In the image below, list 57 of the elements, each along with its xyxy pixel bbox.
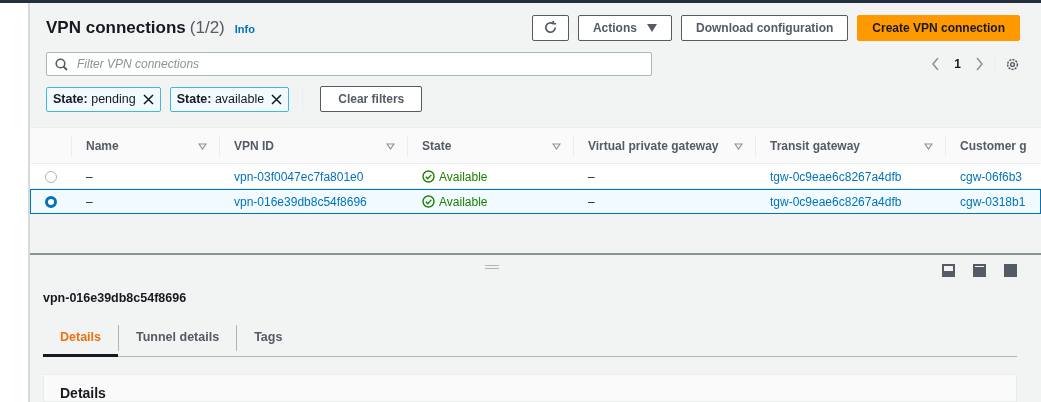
status-text: Available [407, 169, 573, 184]
detail-title: vpn-016e39db8c54f8696 [43, 291, 188, 305]
section-title: Details [60, 385, 107, 401]
vpn-id-link[interactable]: vpn-016e39db8c54f8696 [234, 194, 367, 209]
column-header[interactable]: VPN ID [234, 139, 274, 153]
table-row[interactable]: – vpn-016e39db8c54f8696 Available – tgw-0c9eae6c8267a4dfb cgw-0318b1 [30, 189, 1041, 214]
search-field[interactable]: Filter VPN connections [46, 52, 652, 76]
selection-count: (1/2) [189, 17, 225, 38]
clear-filters-button[interactable]: Clear filters [320, 86, 423, 112]
settings-icon[interactable] [1005, 56, 1020, 72]
close-icon[interactable] [142, 93, 154, 105]
radio-button[interactable] [45, 195, 57, 208]
panel-side-icon[interactable] [973, 263, 986, 277]
column-header[interactable]: State [422, 139, 452, 153]
info-link[interactable]: Info [234, 23, 255, 35]
gateway-link[interactable]: tgw-0c9eae6c8267a4dfb [770, 194, 902, 209]
gateway-link[interactable]: cgw-0318b1 [960, 194, 1026, 209]
close-icon[interactable] [271, 93, 283, 105]
column-header[interactable]: Transit gateway [770, 139, 861, 153]
panel-bottom-icon[interactable] [942, 263, 955, 277]
radio-button[interactable] [45, 170, 57, 183]
status-text: Available [407, 194, 573, 209]
search-icon [55, 57, 68, 71]
column-header[interactable]: Name [86, 139, 119, 153]
table-cell-text: – [85, 169, 94, 184]
check-circle-icon [422, 195, 435, 208]
panel-full-icon[interactable] [1004, 263, 1017, 277]
actions-button[interactable]: Actions [577, 14, 672, 41]
page-title: VPN connections [46, 17, 186, 38]
chevron-left-icon[interactable] [931, 57, 941, 71]
gateway-link[interactable]: cgw-06f6b3 [960, 169, 1023, 184]
download-button[interactable]: Download configuration [680, 14, 849, 41]
table-cell-text: – [587, 194, 596, 209]
column-header[interactable]: Customer g [960, 139, 1027, 153]
filter-label: State: available [176, 92, 265, 106]
tab[interactable]: Tags [237, 319, 300, 357]
chevron-right-icon[interactable] [975, 57, 984, 71]
filter-sort-icon[interactable] [734, 142, 743, 150]
filter-sort-icon[interactable] [198, 142, 207, 150]
search-input[interactable]: Filter VPN connections [75, 56, 643, 72]
refresh-button[interactable] [531, 14, 569, 41]
create-button[interactable]: Create VPN connection [857, 14, 1020, 41]
vpn-id-link[interactable]: vpn-03f0047ec7fa801e0 [234, 169, 364, 184]
check-circle-icon [422, 170, 435, 183]
refresh-icon [542, 20, 558, 35]
gateway-link[interactable]: tgw-0c9eae6c8267a4dfb [770, 169, 902, 184]
column-header[interactable]: Virtual private gateway [588, 139, 719, 153]
filter-sort-icon[interactable] [386, 142, 395, 150]
filter-label: State: pending [53, 92, 136, 106]
tab[interactable]: Tunnel details [119, 319, 237, 357]
caret-icon [646, 23, 657, 32]
filter-sort-icon[interactable] [924, 142, 933, 150]
page-number[interactable]: 1 [954, 57, 961, 71]
drag-handle[interactable] [485, 265, 499, 269]
filter-sort-icon[interactable] [552, 142, 561, 150]
table-cell-text: – [587, 169, 596, 184]
table-cell-text: – [85, 194, 94, 209]
